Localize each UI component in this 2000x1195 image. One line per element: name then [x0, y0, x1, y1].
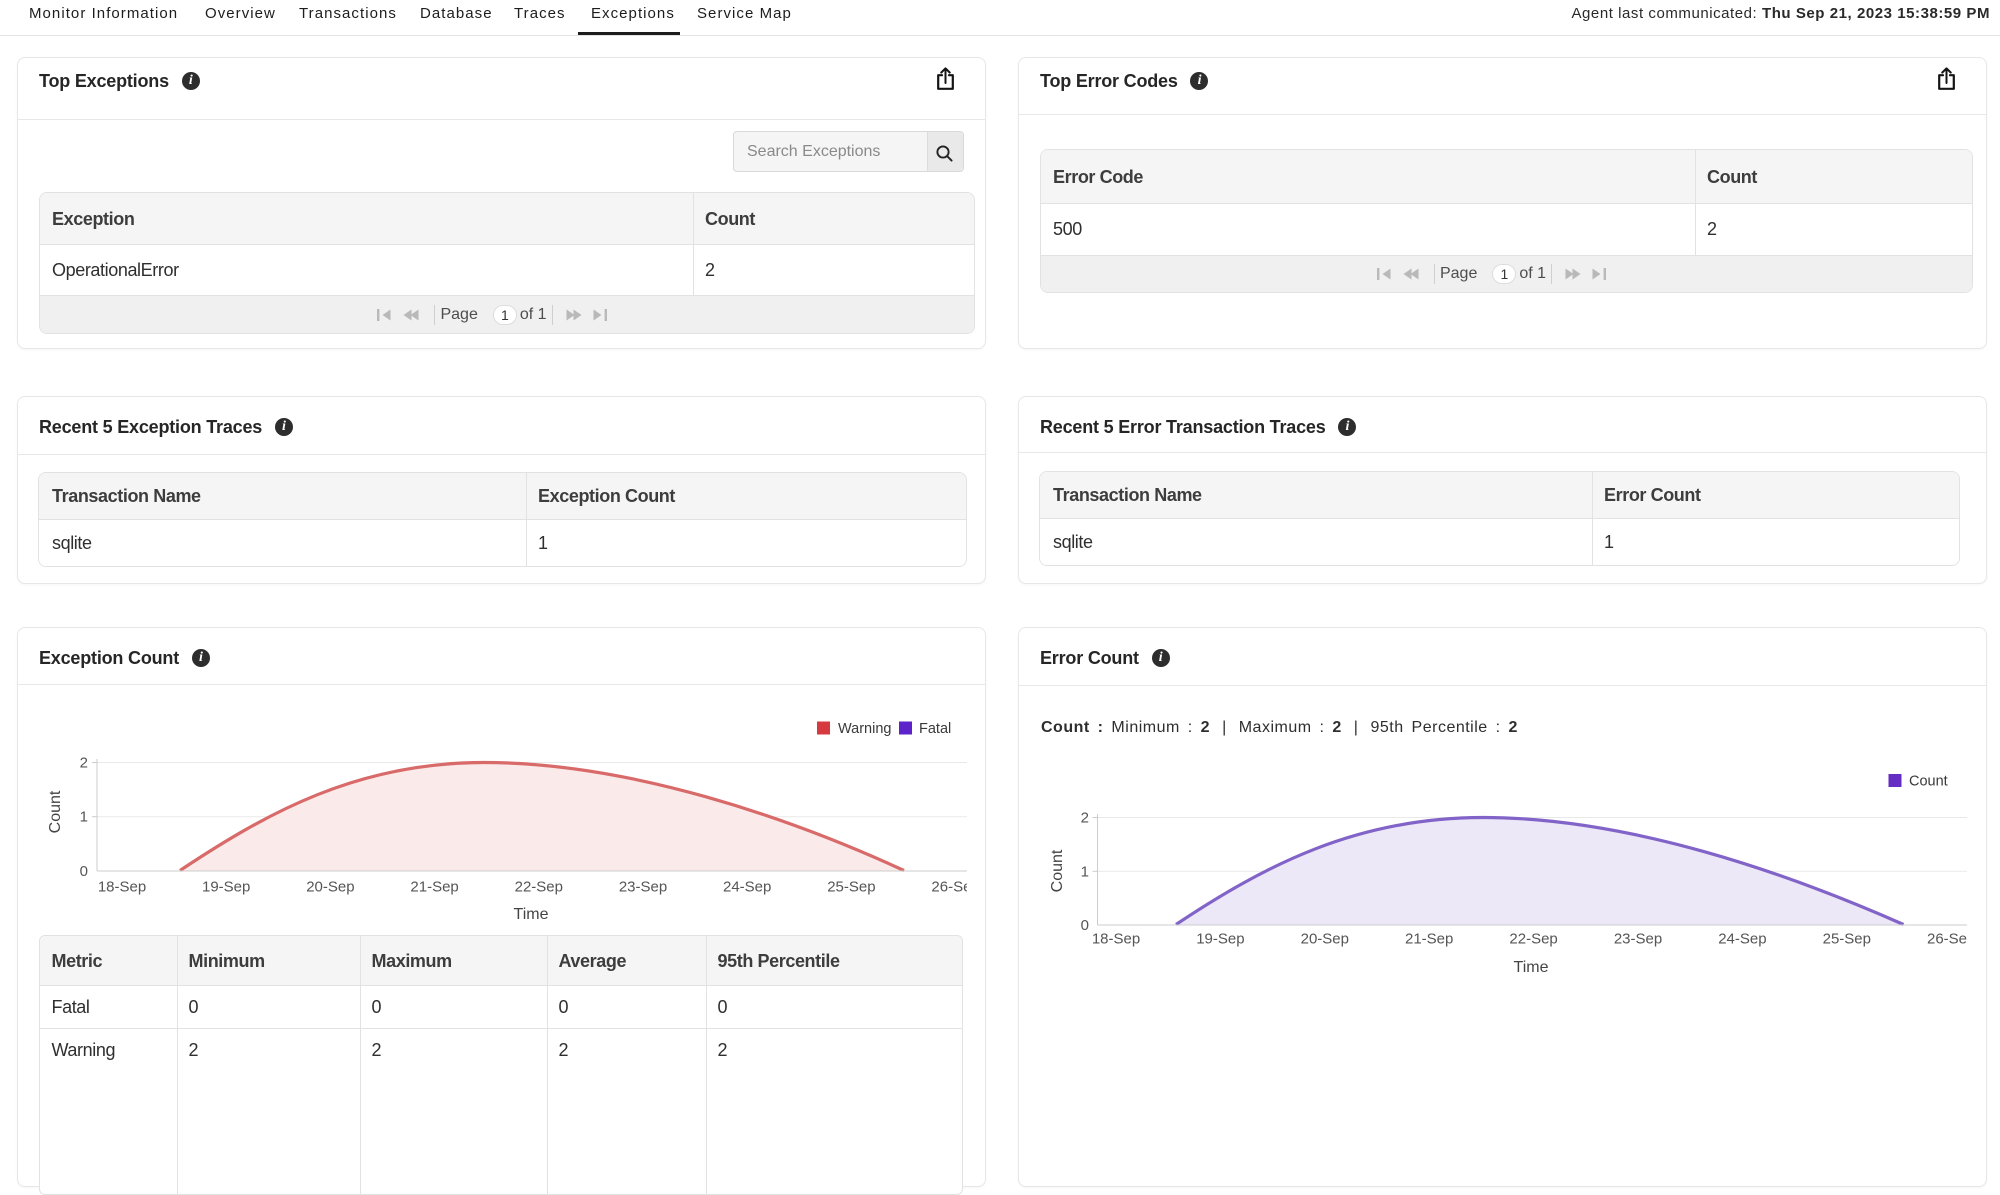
svg-text:Fatal: Fatal	[919, 721, 951, 737]
svg-text:2: 2	[1081, 810, 1089, 827]
svg-text:0: 0	[1081, 917, 1089, 934]
svg-text:0: 0	[80, 863, 88, 880]
svg-text:25-Sep: 25-Sep	[1823, 931, 1871, 948]
svg-text:26-Sep: 26-Sep	[931, 879, 967, 896]
svg-text:21-Sep: 21-Sep	[1405, 931, 1453, 948]
svg-text:22-Sep: 22-Sep	[515, 879, 563, 896]
svg-text:24-Sep: 24-Sep	[1718, 931, 1766, 948]
svg-text:20-Sep: 20-Sep	[1301, 931, 1349, 948]
svg-text:26-Sep: 26-Sep	[1927, 931, 1968, 948]
svg-text:24-Sep: 24-Sep	[723, 879, 771, 896]
svg-text:Time: Time	[1514, 959, 1549, 976]
svg-text:Time: Time	[514, 906, 549, 923]
svg-text:22-Sep: 22-Sep	[1509, 931, 1557, 948]
svg-text:21-Sep: 21-Sep	[410, 879, 458, 896]
svg-text:23-Sep: 23-Sep	[619, 879, 667, 896]
svg-text:25-Sep: 25-Sep	[827, 879, 875, 896]
svg-text:18-Sep: 18-Sep	[1092, 931, 1140, 948]
svg-text:Warning: Warning	[838, 721, 891, 737]
svg-text:Count: Count	[47, 790, 64, 833]
svg-text:Count: Count	[1909, 774, 1948, 790]
svg-text:19-Sep: 19-Sep	[202, 879, 250, 896]
svg-text:1: 1	[1081, 863, 1089, 880]
svg-text:20-Sep: 20-Sep	[306, 879, 354, 896]
svg-text:Count: Count	[1049, 849, 1066, 892]
svg-text:2: 2	[80, 755, 88, 772]
svg-text:23-Sep: 23-Sep	[1614, 931, 1662, 948]
svg-text:18-Sep: 18-Sep	[98, 879, 146, 896]
svg-text:19-Sep: 19-Sep	[1196, 931, 1244, 948]
svg-text:1: 1	[80, 809, 88, 826]
